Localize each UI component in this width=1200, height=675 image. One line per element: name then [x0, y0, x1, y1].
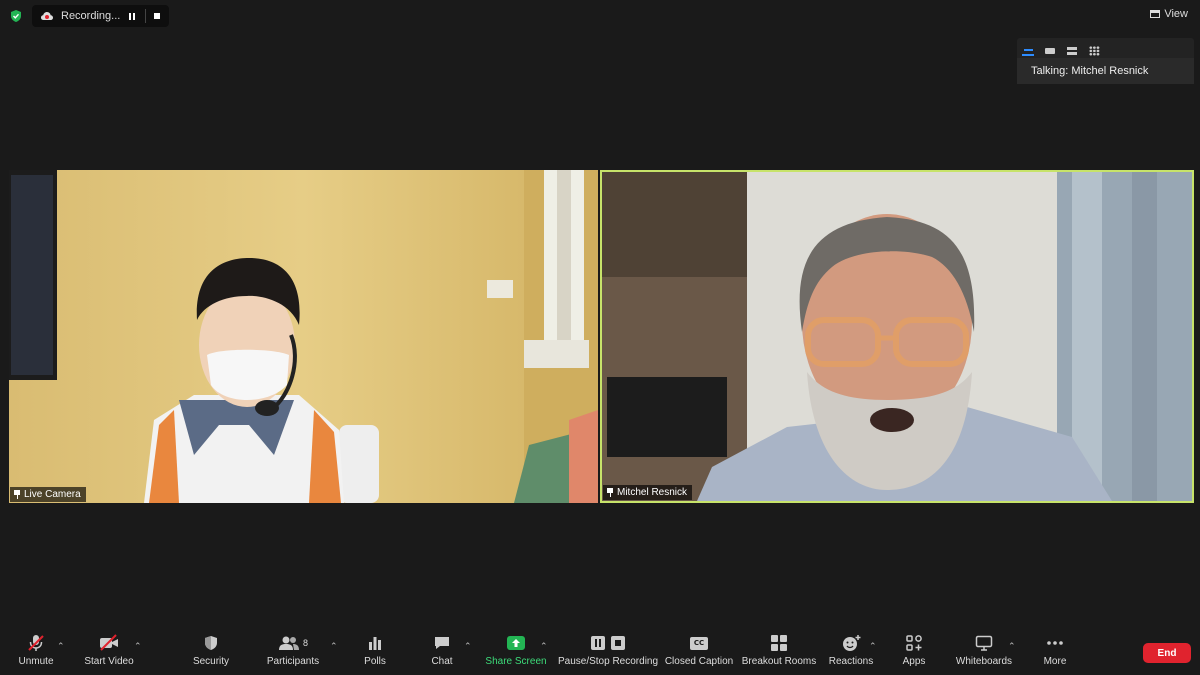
chat-button[interactable]: Chat	[430, 630, 454, 675]
cloud-recording-icon	[41, 12, 53, 20]
end-meeting-button[interactable]: End	[1143, 643, 1191, 663]
chat-label: Chat	[431, 656, 453, 667]
participant-count-badge: 8	[302, 638, 308, 648]
breakout-rooms-grid-icon	[771, 635, 787, 651]
chat-options-caret-icon[interactable]: ⌃	[464, 642, 472, 651]
participant-name: Mitchel Resnick	[617, 487, 688, 498]
start-video-label: Start Video	[84, 656, 134, 667]
participants-button[interactable]: 8 Participants	[266, 630, 320, 675]
closed-caption-label: Closed Caption	[664, 656, 734, 667]
apps-icon	[906, 635, 922, 651]
reactions-smiley-icon	[843, 635, 861, 651]
apps-button[interactable]: Apps	[900, 630, 928, 675]
pin-icon	[14, 490, 20, 499]
muted-microphone-icon	[28, 635, 44, 651]
breakout-rooms-label: Breakout Rooms	[741, 656, 817, 667]
reactions-options-caret-icon[interactable]: ⌃	[869, 642, 877, 651]
pause-recording-button[interactable]	[122, 7, 142, 25]
unmute-button[interactable]: Unmute	[17, 630, 55, 675]
recording-indicator: Recording...	[32, 5, 169, 27]
audio-options-caret-icon[interactable]: ⌃	[57, 642, 65, 651]
layout-switcher	[1017, 38, 1194, 58]
polls-icon	[369, 637, 381, 650]
whiteboard-icon	[975, 635, 993, 651]
participants-label: Participants	[266, 656, 320, 667]
speaker-panel: Talking: Mitchel Resnick	[1017, 38, 1194, 84]
breakout-rooms-button[interactable]: Breakout Rooms	[741, 630, 817, 675]
whiteboards-label: Whiteboards	[955, 656, 1013, 667]
closed-caption-button[interactable]: CC Closed Caption	[664, 630, 734, 675]
more-button[interactable]: More	[1040, 630, 1070, 675]
view-layout-icon	[1150, 10, 1161, 18]
video-options-caret-icon[interactable]: ⌃	[134, 642, 142, 651]
speaker-layout-icon	[1023, 48, 1033, 51]
stop-recording-icon	[611, 636, 625, 650]
polls-label: Polls	[364, 656, 386, 667]
reactions-label: Reactions	[828, 656, 874, 667]
speaker-layout-button[interactable]	[1022, 46, 1034, 56]
view-label: View	[1164, 8, 1188, 20]
pause-icon	[129, 12, 135, 20]
share-screen-arrow-icon	[507, 636, 525, 650]
gallery-layout-button[interactable]	[1088, 45, 1100, 56]
video-tile-mitchel-resnick[interactable]: Mitchel Resnick	[600, 170, 1194, 503]
video-tile-live-camera[interactable]: Live Camera	[9, 170, 598, 503]
chat-bubble-icon	[435, 637, 449, 649]
participant-name-tag: Mitchel Resnick	[603, 485, 693, 500]
reactions-button[interactable]: Reactions	[829, 630, 873, 675]
security-button[interactable]: Security	[192, 630, 230, 675]
participants-options-caret-icon[interactable]: ⌃	[330, 642, 338, 651]
thumbnail-layout-icon	[1045, 47, 1055, 54]
participant-name-tag: Live Camera	[10, 487, 86, 502]
pause-stop-recording-button[interactable]: Pause/Stop Recording	[557, 630, 659, 675]
whiteboards-options-caret-icon[interactable]: ⌃	[1008, 642, 1016, 651]
meeting-toolbar: Unmute ⌃ Start Video ⌃ Security 8 Partic…	[0, 630, 1200, 675]
pause-stop-recording-label: Pause/Stop Recording	[557, 656, 659, 667]
pin-icon	[607, 488, 613, 497]
security-shield-icon[interactable]	[9, 9, 23, 23]
security-shield-toolbar-icon	[205, 636, 217, 650]
whiteboards-button[interactable]: Whiteboards	[955, 630, 1013, 675]
share-screen-label: Share Screen	[485, 656, 547, 667]
share-options-caret-icon[interactable]: ⌃	[540, 642, 548, 651]
more-label: More	[1043, 656, 1067, 667]
stacked-layout-icon	[1067, 46, 1077, 55]
stacked-layout-button[interactable]	[1066, 46, 1078, 56]
participant-name: Live Camera	[24, 489, 81, 500]
talking-indicator: Talking: Mitchel Resnick	[1017, 58, 1194, 84]
stop-recording-button[interactable]	[147, 7, 167, 25]
unmute-label: Unmute	[18, 656, 54, 667]
pause-recording-icon	[591, 636, 605, 650]
gallery-grid-icon	[1088, 45, 1100, 56]
start-video-button[interactable]: Start Video	[84, 630, 134, 675]
thumbnail-layout-button[interactable]	[1044, 46, 1056, 56]
divider	[145, 9, 146, 23]
more-ellipsis-icon	[1047, 641, 1063, 645]
closed-caption-icon: CC	[690, 636, 708, 650]
participants-icon	[278, 636, 299, 650]
video-off-icon	[100, 634, 118, 651]
view-button[interactable]: View	[1150, 5, 1188, 23]
share-screen-button[interactable]: Share Screen	[485, 630, 547, 675]
live-camera-video	[9, 170, 598, 503]
recording-label: Recording...	[61, 10, 121, 22]
mitchel-resnick-video	[602, 172, 1192, 501]
security-label: Security	[192, 656, 230, 667]
polls-button[interactable]: Polls	[362, 630, 388, 675]
stop-icon	[154, 13, 160, 19]
apps-label: Apps	[902, 656, 926, 667]
